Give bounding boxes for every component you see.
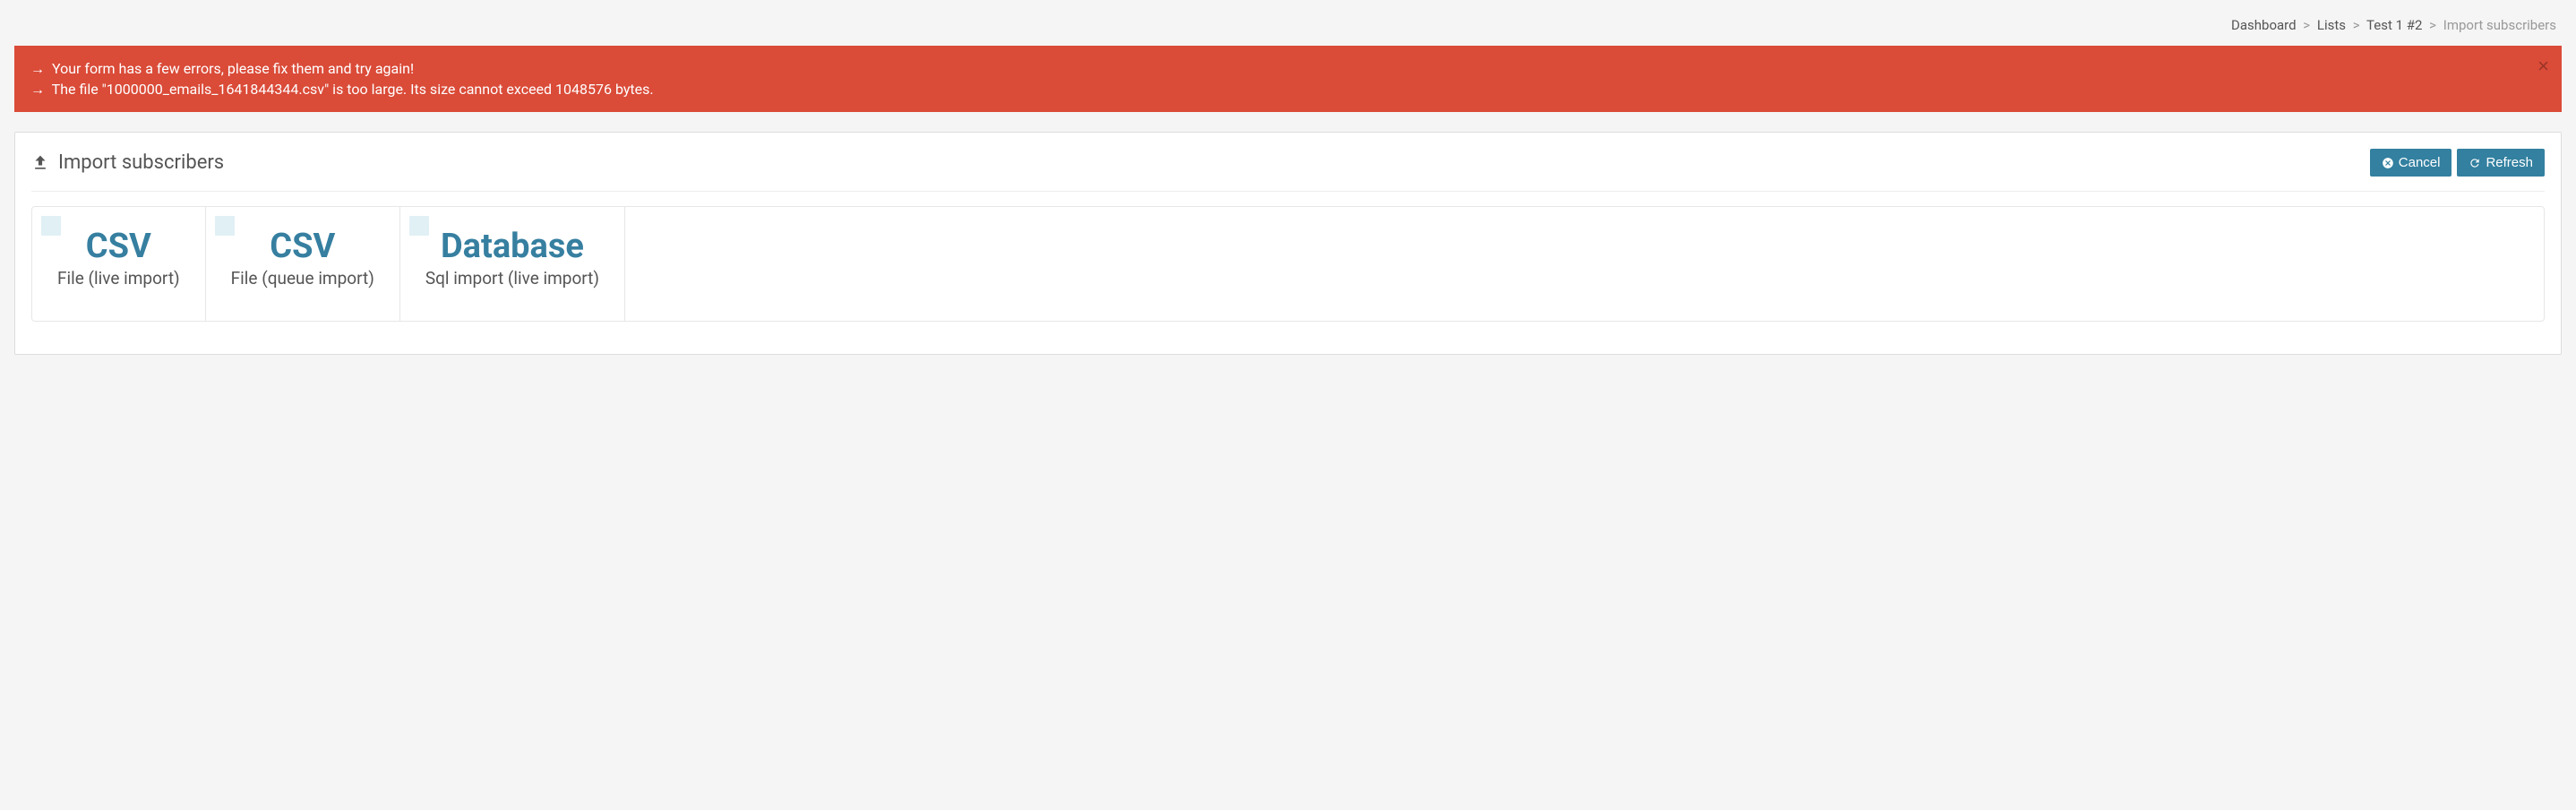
breadcrumb: Dashboard > Lists > Test 1 #2 > Import s… bbox=[2231, 17, 2556, 33]
import-option-database[interactable]: Database Sql import (live import) bbox=[400, 207, 625, 321]
breadcrumb-link-test[interactable]: Test 1 #2 bbox=[2366, 17, 2422, 33]
file-icon bbox=[41, 216, 61, 236]
page-title-text: Import subscribers bbox=[58, 151, 224, 174]
breadcrumb-link-dashboard[interactable]: Dashboard bbox=[2231, 17, 2297, 33]
database-icon bbox=[409, 216, 429, 236]
breadcrumb-current: Import subscribers bbox=[2443, 17, 2556, 33]
import-option-subtitle: File (live import) bbox=[57, 268, 180, 289]
refresh-icon bbox=[2469, 157, 2481, 169]
breadcrumb-link-lists[interactable]: Lists bbox=[2317, 17, 2346, 33]
arrow-icon: → bbox=[30, 81, 45, 98]
import-option-csv-queue[interactable]: CSV File (queue import) bbox=[206, 207, 400, 321]
import-option-title: CSV bbox=[231, 228, 374, 266]
error-alert: × → Your form has a few errors, please f… bbox=[14, 46, 2562, 112]
import-options-row: CSV File (live import) CSV File (queue i… bbox=[31, 206, 2545, 322]
spacer bbox=[625, 207, 2544, 321]
cancel-icon bbox=[2382, 157, 2394, 169]
import-option-title: Database bbox=[425, 228, 599, 266]
import-option-subtitle: Sql import (live import) bbox=[425, 268, 599, 289]
cancel-button[interactable]: Cancel bbox=[2370, 149, 2452, 177]
refresh-label: Refresh bbox=[2486, 155, 2533, 170]
import-option-title: CSV bbox=[57, 228, 180, 266]
import-option-subtitle: File (queue import) bbox=[231, 268, 374, 289]
breadcrumb-separator: > bbox=[2303, 17, 2310, 33]
arrow-icon: → bbox=[30, 60, 45, 77]
page-title: Import subscribers bbox=[31, 151, 224, 174]
alert-line: → Your form has a few errors, please fix… bbox=[30, 58, 2546, 79]
refresh-button[interactable]: Refresh bbox=[2457, 149, 2545, 177]
breadcrumb-separator: > bbox=[2353, 17, 2360, 33]
import-icon bbox=[31, 154, 49, 172]
alert-text-1: Your form has a few errors, please fix t… bbox=[52, 60, 414, 77]
close-icon[interactable]: × bbox=[2537, 56, 2549, 76]
file-icon bbox=[215, 216, 235, 236]
alert-text-2: The file "1000000_emails_1641844344.csv"… bbox=[52, 81, 654, 98]
cancel-label: Cancel bbox=[2399, 155, 2441, 170]
alert-line: → The file "1000000_emails_1641844344.cs… bbox=[30, 79, 2546, 99]
box-actions: Cancel Refresh bbox=[2370, 149, 2545, 177]
import-option-csv-live[interactable]: CSV File (live import) bbox=[32, 207, 206, 321]
box-header: Import subscribers Cancel Refresh bbox=[31, 149, 2545, 192]
breadcrumb-separator: > bbox=[2429, 17, 2436, 33]
main-box: Import subscribers Cancel Refresh CSV Fi… bbox=[14, 132, 2562, 355]
breadcrumb-bar: Dashboard > Lists > Test 1 #2 > Import s… bbox=[0, 0, 2576, 46]
